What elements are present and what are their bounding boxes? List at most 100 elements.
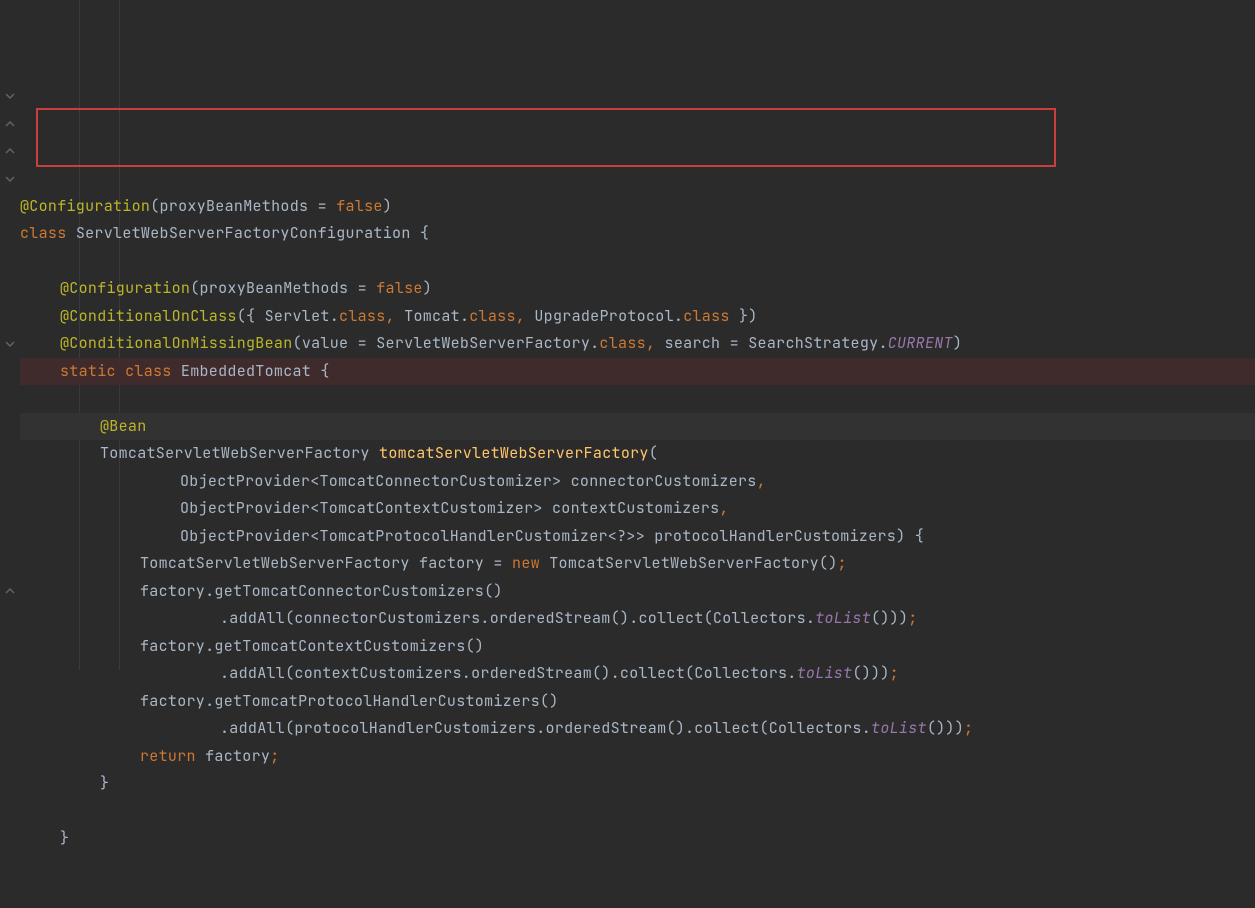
code-line[interactable]: @Configuration(proxyBeanMethods = false) <box>20 275 1255 303</box>
code-line[interactable]: ObjectProvider<TomcatContextCustomizer> … <box>20 495 1255 523</box>
code-line[interactable]: factory.getTomcatConnectorCustomizers() <box>20 578 1255 606</box>
fold-open-icon[interactable] <box>5 91 15 101</box>
fold-close-icon[interactable] <box>5 586 15 596</box>
code-line[interactable]: return factory; <box>20 743 1255 771</box>
code-token: ; <box>908 605 917 633</box>
gutter-line <box>0 633 19 661</box>
code-token: ( <box>649 440 658 468</box>
gutter-line <box>0 495 19 523</box>
code-token: toList <box>797 660 853 688</box>
code-line[interactable] <box>20 248 1255 276</box>
gutter-line <box>0 358 19 386</box>
gutter-line <box>0 248 19 276</box>
code-line[interactable]: } <box>20 825 1255 853</box>
code-token: } <box>100 770 109 798</box>
code-token: factory.getTomcatContextCustomizers() <box>140 633 484 661</box>
gutter-line <box>0 303 19 331</box>
code-token: ) <box>383 193 392 221</box>
gutter-line <box>0 385 19 413</box>
gutter-line <box>0 83 19 111</box>
code-token: (proxyBeanMethods = <box>190 275 376 303</box>
code-token: , <box>516 303 535 331</box>
code-token: ) <box>953 330 962 358</box>
code-token: ; <box>838 550 847 578</box>
code-token: } <box>60 825 69 853</box>
gutter-line <box>0 138 19 166</box>
code-line[interactable]: @ConditionalOnMissingBean(value = Servle… <box>20 330 1255 358</box>
code-token: TomcatServletWebServerFactory <box>100 440 379 468</box>
code-token: TomcatServletWebServerFactory factory = <box>140 550 512 578</box>
code-token: ObjectProvider<TomcatContextCustomizer> … <box>180 495 719 523</box>
code-token: search = SearchStrategy. <box>665 330 888 358</box>
code-line[interactable]: .addAll(protocolHandlerCustomizers.order… <box>20 715 1255 743</box>
code-token: Tomcat. <box>404 303 469 331</box>
fold-close-icon[interactable] <box>5 119 15 129</box>
code-token: , <box>646 330 665 358</box>
gutter-line <box>0 440 19 468</box>
code-token: }) <box>730 303 758 331</box>
code-token: false <box>336 193 383 221</box>
gutter-line <box>0 523 19 551</box>
code-line[interactable]: ObjectProvider<TomcatProtocolHandlerCust… <box>20 523 1255 551</box>
code-line[interactable]: .addAll(connectorCustomizers.orderedStre… <box>20 605 1255 633</box>
editor-gutter <box>0 0 20 670</box>
code-area[interactable]: @Configuration(proxyBeanMethods = false)… <box>20 0 1255 670</box>
code-token: , <box>386 303 405 331</box>
code-line[interactable] <box>20 385 1255 413</box>
code-token: ObjectProvider<TomcatConnectorCustomizer… <box>180 468 757 496</box>
fold-open-icon[interactable] <box>5 174 15 184</box>
code-token: new <box>512 550 549 578</box>
code-token: CURRENT <box>888 330 953 358</box>
fold-open-icon[interactable] <box>5 339 15 349</box>
gutter-line <box>0 605 19 633</box>
gutter-line <box>0 275 19 303</box>
code-token: ObjectProvider<TomcatProtocolHandlerCust… <box>180 523 924 551</box>
gutter-line <box>0 330 19 358</box>
code-token: class <box>683 303 730 331</box>
code-line[interactable]: TomcatServletWebServerFactory tomcatServ… <box>20 440 1255 468</box>
gutter-line <box>0 28 19 56</box>
code-line[interactable]: ObjectProvider<TomcatConnectorCustomizer… <box>20 468 1255 496</box>
code-token: class <box>469 303 516 331</box>
code-token: @Bean <box>100 413 147 441</box>
gutter-line <box>0 193 19 221</box>
code-line[interactable]: factory.getTomcatProtocolHandlerCustomiz… <box>20 688 1255 716</box>
code-token: ())) <box>852 660 889 688</box>
code-line[interactable]: @Bean <box>20 413 1255 441</box>
code-line[interactable]: @ConditionalOnClass({ Servlet.class, Tom… <box>20 303 1255 331</box>
code-editor[interactable]: @Configuration(proxyBeanMethods = false)… <box>0 0 1255 670</box>
code-line[interactable]: @Configuration(proxyBeanMethods = false) <box>20 193 1255 221</box>
gutter-line <box>0 468 19 496</box>
code-token: , <box>719 495 728 523</box>
code-line[interactable]: } <box>20 770 1255 798</box>
code-token: toList <box>815 605 871 633</box>
code-token: tomcatServletWebServerFactory <box>379 440 649 468</box>
code-token: TomcatServletWebServerFactory() <box>549 550 837 578</box>
gutter-line <box>0 550 19 578</box>
code-line[interactable]: class ServletWebServerFactoryConfigurati… <box>20 220 1255 248</box>
code-token: ) <box>423 275 432 303</box>
code-token: false <box>376 275 423 303</box>
code-token: ())) <box>927 715 964 743</box>
code-token: toList <box>871 715 927 743</box>
code-token: ())) <box>871 605 908 633</box>
code-token: .addAll(contextCustomizers.orderedStream… <box>220 660 797 688</box>
code-token: EmbeddedTomcat { <box>181 358 330 386</box>
code-line[interactable]: .addAll(contextCustomizers.orderedStream… <box>20 660 1255 688</box>
code-token: UpgradeProtocol. <box>534 303 683 331</box>
gutter-line <box>0 413 19 441</box>
code-line[interactable]: factory.getTomcatContextCustomizers() <box>20 633 1255 661</box>
code-token: .addAll(connectorCustomizers.orderedStre… <box>220 605 815 633</box>
code-token: static class <box>60 358 181 386</box>
code-line[interactable]: TomcatServletWebServerFactory factory = … <box>20 550 1255 578</box>
code-line[interactable]: static class EmbeddedTomcat { <box>20 358 1255 386</box>
code-token: @Configuration <box>60 275 190 303</box>
code-token: @Configuration <box>20 193 150 221</box>
code-token: factory <box>205 743 270 771</box>
code-token: , <box>757 468 766 496</box>
code-token: .addAll(protocolHandlerCustomizers.order… <box>220 715 871 743</box>
code-line[interactable] <box>20 798 1255 826</box>
code-token: @ConditionalOnMissingBean <box>60 330 293 358</box>
code-token: ({ Servlet. <box>237 303 339 331</box>
fold-close-icon[interactable] <box>5 146 15 156</box>
